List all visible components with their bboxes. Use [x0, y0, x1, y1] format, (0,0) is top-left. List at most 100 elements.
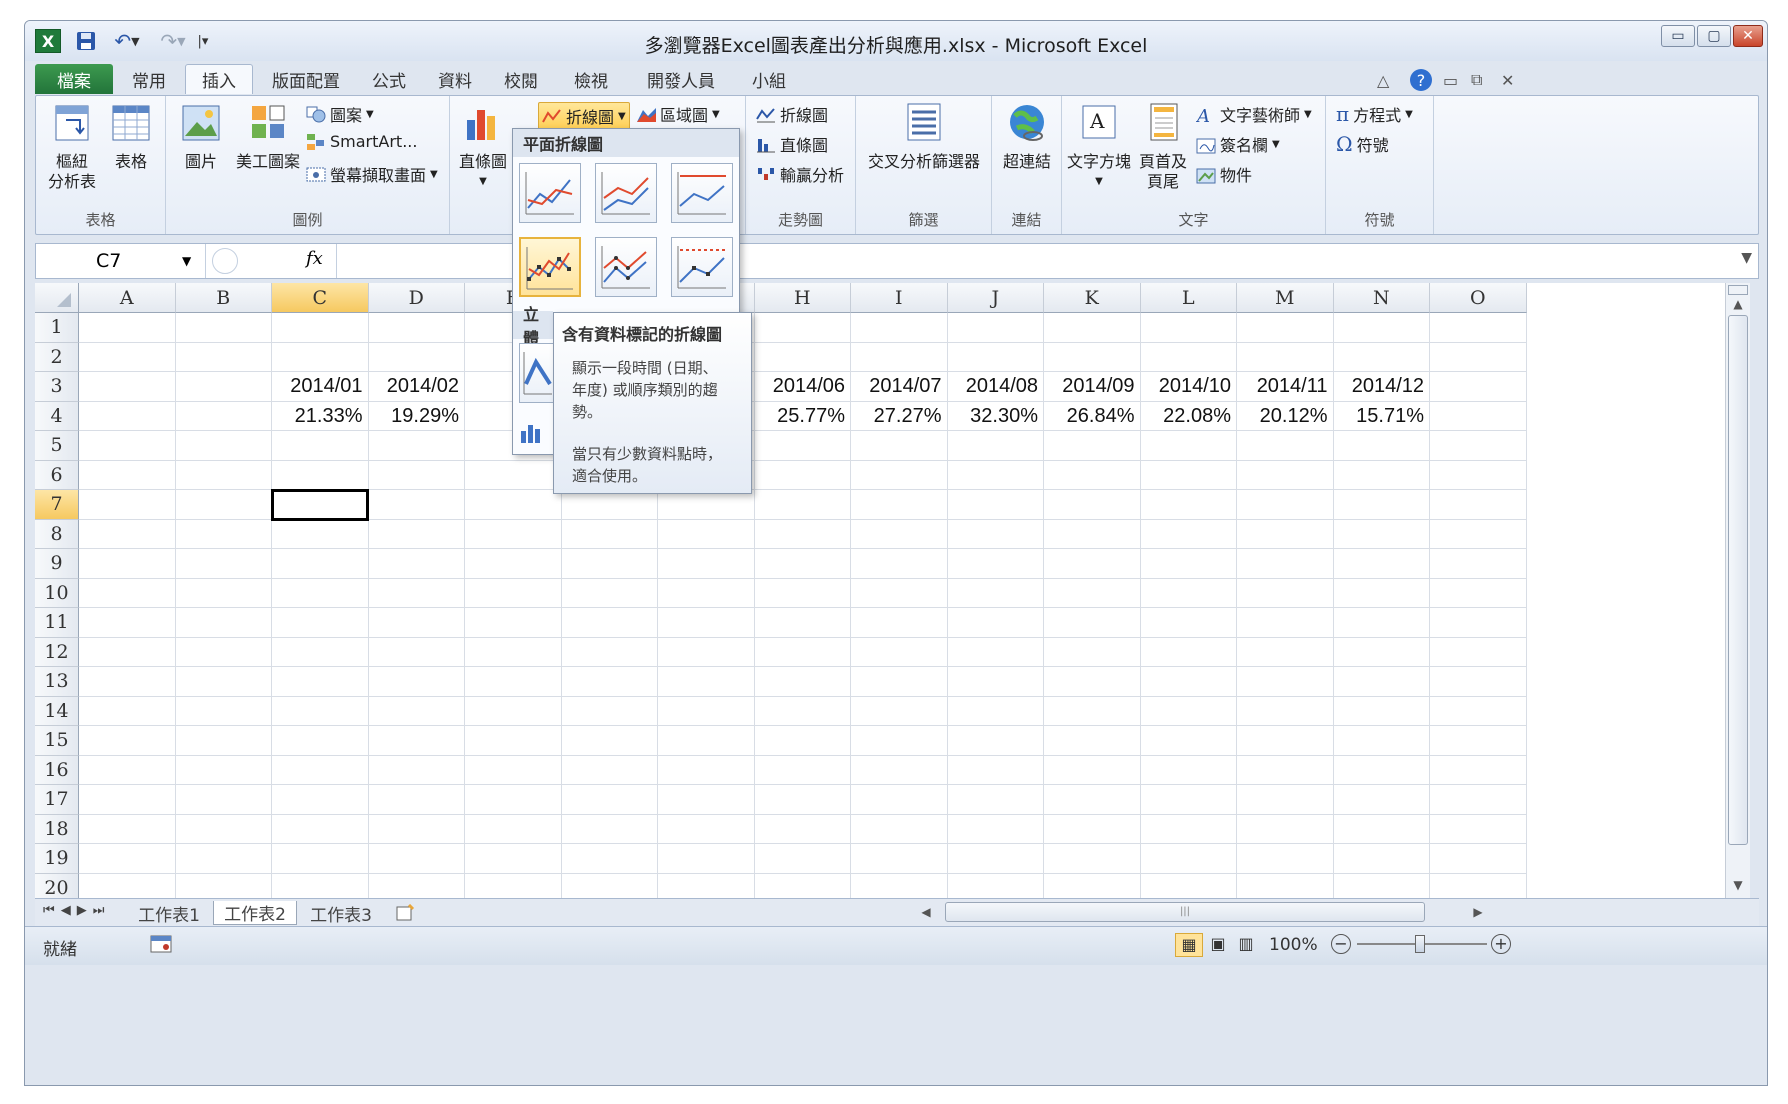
- cell-c3[interactable]: 2014/01: [272, 372, 369, 401]
- header-footer-button[interactable]: 頁首及 頁尾: [1136, 102, 1190, 192]
- column-chart-button[interactable]: 直條圖 ▼: [456, 102, 510, 192]
- tab-view[interactable]: 檢視: [561, 64, 621, 94]
- cell-l4[interactable]: 22.08%: [1141, 402, 1238, 431]
- scroll-down-icon[interactable]: ▼: [1726, 878, 1750, 894]
- slicer-button[interactable]: 交叉分析篩選器: [856, 102, 992, 172]
- cell-i4[interactable]: 27.27%: [851, 402, 948, 431]
- zoom-in-icon[interactable]: +: [1491, 934, 1511, 954]
- column-header-c[interactable]: C: [272, 283, 369, 313]
- sheet-nav-icons[interactable]: ⏮◀▶⏭: [43, 903, 110, 918]
- cell-n3[interactable]: 2014/12: [1334, 372, 1431, 401]
- cell-h3[interactable]: 2014/06: [755, 372, 852, 401]
- worksheet-grid[interactable]: ABCDEFGHIJKLMNO1234567891011121314151617…: [35, 283, 1725, 898]
- column-header-b[interactable]: B: [175, 283, 272, 313]
- sparkline-line-button[interactable]: 折線圖: [756, 102, 828, 126]
- area-chart-button[interactable]: 區域圖 ▼: [636, 102, 720, 126]
- macro-record-icon[interactable]: [149, 933, 173, 955]
- workbook-restore-icon[interactable]: ⧉: [1471, 69, 1482, 91]
- sheet-tab-1[interactable]: 工作表1: [127, 901, 211, 926]
- excel-logo-icon[interactable]: X: [35, 29, 61, 53]
- tab-formulas[interactable]: 公式: [359, 64, 419, 94]
- workbook-close-icon[interactable]: ✕: [1501, 69, 1514, 91]
- name-box-dropdown-icon[interactable]: ▼: [182, 254, 191, 268]
- row-header-4[interactable]: 4: [35, 401, 79, 431]
- row-header-13[interactable]: 13: [35, 667, 79, 697]
- page-break-view-icon[interactable]: ▥: [1233, 933, 1259, 957]
- select-all-corner[interactable]: [35, 283, 79, 313]
- zoom-out-icon[interactable]: −: [1331, 934, 1351, 954]
- close-button[interactable]: ✕: [1733, 25, 1763, 47]
- scroll-right-icon[interactable]: ▶: [1467, 901, 1489, 923]
- stacked-line-option[interactable]: [595, 163, 657, 223]
- cell-h4[interactable]: 25.77%: [755, 402, 852, 431]
- line-chart-button[interactable]: 折線圖 ▼: [538, 102, 630, 130]
- column-header-d[interactable]: D: [368, 283, 465, 313]
- all-chart-types-icon[interactable]: [519, 421, 543, 445]
- cell-k3[interactable]: 2014/09: [1044, 372, 1141, 401]
- line-chart-option[interactable]: [519, 163, 581, 223]
- row-header-3[interactable]: 3: [35, 372, 79, 402]
- table-button[interactable]: 表格: [106, 102, 156, 172]
- row-header-14[interactable]: 14: [35, 696, 79, 726]
- signature-line-button[interactable]: 簽名欄 ▼: [1196, 132, 1280, 156]
- tab-home[interactable]: 常用: [117, 64, 181, 94]
- minimize-button[interactable]: ▭: [1661, 25, 1695, 47]
- line-with-markers-option[interactable]: [519, 237, 581, 297]
- row-header-19[interactable]: 19: [35, 844, 79, 874]
- cell-i3[interactable]: 2014/07: [851, 372, 948, 401]
- column-header-m[interactable]: M: [1237, 283, 1334, 313]
- row-header-18[interactable]: 18: [35, 814, 79, 844]
- pivot-table-button[interactable]: 樞紐 分析表: [42, 102, 102, 192]
- row-header-15[interactable]: 15: [35, 726, 79, 756]
- undo-icon[interactable]: ↶ ▼: [107, 29, 147, 53]
- cell-j3[interactable]: 2014/08: [948, 372, 1045, 401]
- sheet-tab-2[interactable]: 工作表2: [213, 901, 297, 925]
- column-header-a[interactable]: A: [79, 283, 176, 313]
- sparkline-column-button[interactable]: 直條圖: [756, 132, 828, 156]
- zoom-slider-thumb[interactable]: [1415, 935, 1425, 953]
- workbook-minimize-icon[interactable]: ▭: [1443, 69, 1458, 91]
- cell-l3[interactable]: 2014/10: [1141, 372, 1238, 401]
- 3d-line-option[interactable]: [519, 343, 555, 403]
- row-header-8[interactable]: 8: [35, 519, 79, 549]
- symbol-button[interactable]: Ω 符號: [1336, 132, 1389, 156]
- cell-k4[interactable]: 26.84%: [1044, 402, 1141, 431]
- row-header-2[interactable]: 2: [35, 342, 79, 372]
- cell-m3[interactable]: 2014/11: [1237, 372, 1334, 401]
- column-header-l[interactable]: L: [1140, 283, 1237, 313]
- column-header-o[interactable]: O: [1430, 283, 1527, 313]
- column-header-h[interactable]: H: [754, 283, 851, 313]
- page-layout-view-icon[interactable]: ▣: [1205, 933, 1231, 957]
- formula-bar-splitter[interactable]: [212, 248, 238, 274]
- picture-button[interactable]: 圖片: [176, 102, 226, 172]
- active-cell-c7[interactable]: [271, 489, 369, 521]
- tab-file[interactable]: 檔案: [35, 64, 113, 94]
- normal-view-icon[interactable]: ▦: [1175, 933, 1203, 957]
- cell-m4[interactable]: 20.12%: [1237, 402, 1334, 431]
- insert-function-icon[interactable]: fx: [306, 248, 323, 269]
- column-header-k[interactable]: K: [1044, 283, 1141, 313]
- 100-stacked-line-markers-option[interactable]: [671, 237, 733, 297]
- row-header-1[interactable]: 1: [35, 313, 79, 343]
- cell-d4[interactable]: 19.29%: [369, 402, 466, 431]
- wordart-button[interactable]: A 文字藝術師 ▼: [1195, 102, 1312, 127]
- expand-formula-bar-icon[interactable]: ▼: [1741, 250, 1752, 266]
- row-header-7[interactable]: 7: [35, 490, 79, 520]
- tab-developer[interactable]: 開發人員: [629, 64, 733, 94]
- smartart-button[interactable]: SmartArt...: [306, 132, 417, 151]
- screenshot-button[interactable]: 螢幕擷取畫面 ▼: [306, 162, 438, 186]
- save-icon[interactable]: [73, 29, 99, 53]
- minimize-ribbon-icon[interactable]: △: [1377, 69, 1389, 91]
- cell-c4[interactable]: 21.33%: [272, 402, 369, 431]
- row-header-16[interactable]: 16: [35, 755, 79, 785]
- column-header-i[interactable]: I: [851, 283, 948, 313]
- row-header-10[interactable]: 10: [35, 578, 79, 608]
- restore-button[interactable]: ▢: [1697, 25, 1731, 47]
- row-header-9[interactable]: 9: [35, 549, 79, 579]
- help-icon[interactable]: ?: [1409, 69, 1433, 91]
- shapes-button[interactable]: 圖案 ▼: [306, 102, 374, 126]
- row-header-20[interactable]: 20: [35, 873, 79, 898]
- row-header-12[interactable]: 12: [35, 637, 79, 667]
- split-box-icon[interactable]: [1728, 285, 1748, 295]
- tab-insert[interactable]: 插入: [185, 64, 253, 94]
